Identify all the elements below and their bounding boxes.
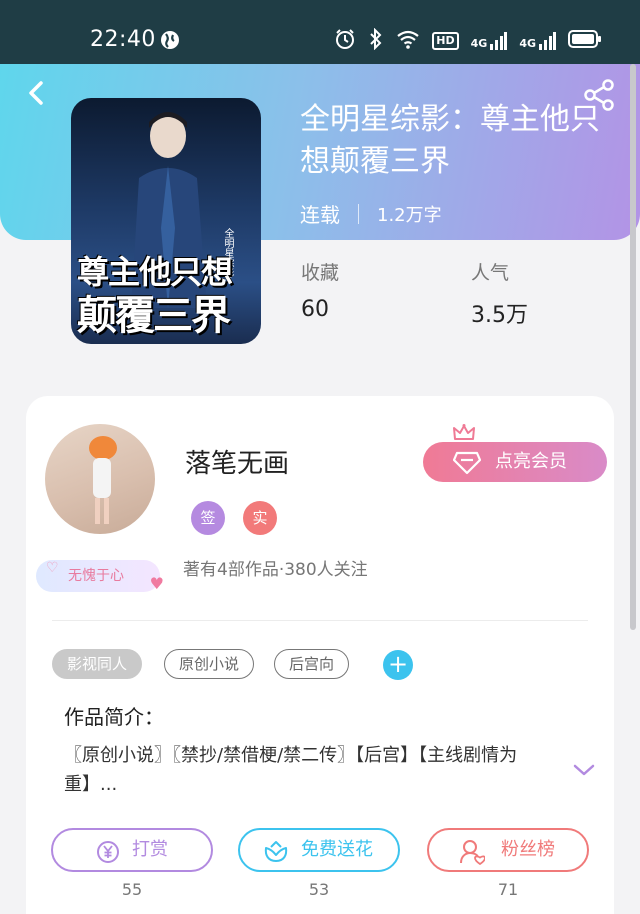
battery-icon [568, 30, 602, 52]
fans-rank-button[interactable]: 粉丝榜 [427, 828, 589, 872]
avatar-badge: ♡ 无愧于心 ♥ [36, 560, 164, 593]
book-status: 连载 [300, 203, 340, 227]
meta-separator [358, 203, 359, 224]
author-name[interactable]: 落笔无画 [185, 443, 289, 480]
intro-label: 作品简介： [64, 705, 164, 729]
intro-text: 〖原创小说〗〖禁抄/禁借梗/禁二传〗【后宫】【主线剧情为重】... [64, 745, 518, 795]
hd-indicator: HD [432, 32, 459, 50]
book-title: 全明星综影：尊主他只想颠覆三界 [300, 102, 600, 179]
cover-title-line1: 尊主他只想 [77, 253, 233, 291]
status-time: 22:40 [90, 27, 156, 52]
cover-title-line2: 颠覆三界 [77, 292, 231, 339]
status-bar: 22:40 HD 4G 4G [0, 0, 640, 64]
send-flower-label: 免费送花 [301, 839, 373, 860]
signal-icon: 4G [471, 32, 508, 50]
expand-icon[interactable] [572, 762, 596, 782]
reward-button[interactable]: 打赏 [51, 828, 213, 872]
avatar-figure [89, 436, 117, 524]
stat-value: 60 [301, 297, 329, 322]
book-meta: 连载 1.2万字 [300, 199, 442, 228]
reward-count: 55 [121, 880, 143, 899]
add-tag-icon[interactable]: + [383, 650, 413, 680]
tag-genre[interactable]: 影视同人 [52, 649, 143, 679]
stat-value: 3.5万 [471, 303, 528, 328]
tag-original[interactable]: 原创小说 [164, 649, 255, 679]
wifi-icon [396, 29, 420, 53]
avatar[interactable] [45, 424, 155, 534]
alarm-icon [334, 28, 356, 54]
book-cover[interactable]: 全明星综影 尊主他只想 颠覆三界 [71, 98, 261, 344]
globe-icon [160, 30, 180, 54]
network-type-2: 4G [519, 37, 536, 50]
stat-favorites: 收藏 60 [301, 258, 339, 322]
avatar-badge-text: 无愧于心 [68, 568, 124, 584]
yen-icon [96, 839, 120, 879]
stat-popularity: 人气 3.5万 [471, 258, 528, 329]
heart-icon: ♥ [149, 574, 164, 593]
signal-icon-2: 4G [519, 32, 556, 50]
scrollbar[interactable] [630, 64, 636, 630]
vip-button[interactable]: 点亮会员 [423, 442, 607, 482]
author-works-info: 著有4部作品·380人关注 [183, 560, 368, 580]
flower-icon [263, 839, 289, 879]
sparkle-icon: ♡ [46, 560, 59, 576]
fans-rank-label: 粉丝榜 [501, 839, 555, 860]
reward-label: 打赏 [132, 839, 168, 860]
cover-title: 尊主他只想 颠覆三界 [77, 250, 255, 338]
send-flower-button[interactable]: 免费送花 [238, 828, 400, 872]
network-type-1: 4G [470, 37, 488, 50]
stat-label: 人气 [471, 262, 510, 284]
back-icon[interactable] [22, 78, 52, 108]
fans-rank-count: 71 [497, 880, 519, 899]
tag-harem[interactable]: 后宫向 [274, 649, 350, 679]
sign-badge: 签 [191, 501, 225, 535]
divider [52, 620, 588, 621]
diamond-icon [452, 450, 482, 490]
word-count: 1.2万字 [377, 204, 442, 226]
fans-icon [459, 839, 486, 880]
vip-button-label: 点亮会员 [495, 451, 567, 472]
stat-label: 收藏 [301, 262, 340, 284]
bluetooth-icon [368, 27, 384, 54]
real-name-badge: 实 [243, 501, 277, 535]
send-flower-count: 53 [308, 880, 330, 899]
